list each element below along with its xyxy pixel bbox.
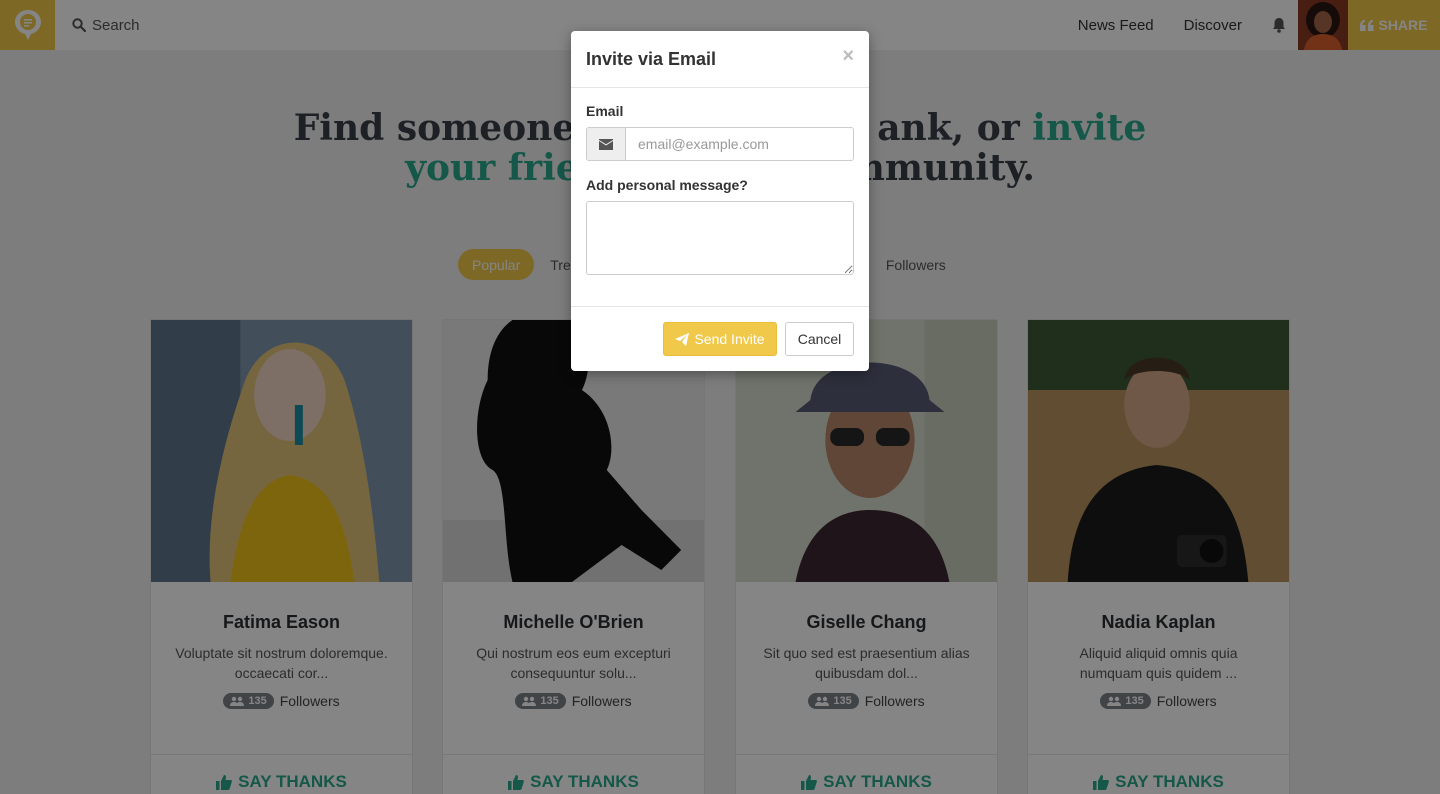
envelope-icon: [587, 128, 626, 160]
paper-plane-icon: [675, 332, 690, 346]
send-invite-button[interactable]: Send Invite: [663, 322, 777, 356]
close-icon[interactable]: ×: [842, 45, 854, 68]
email-field[interactable]: [626, 128, 853, 160]
message-label: Add personal message?: [586, 177, 748, 193]
modal-title: Invite via Email: [586, 49, 717, 69]
modal-footer: Send Invite Cancel: [571, 306, 869, 371]
cancel-button[interactable]: Cancel: [785, 322, 854, 356]
modal-body: Email Add personal message?: [571, 88, 869, 275]
email-input-group: [586, 127, 854, 161]
message-textarea[interactable]: [586, 201, 854, 275]
email-label: Email: [586, 103, 624, 119]
invite-email-modal: Invite via Email × Email Add personal me…: [571, 31, 869, 371]
send-invite-label: Send Invite: [694, 331, 765, 347]
modal-header: Invite via Email ×: [571, 31, 869, 88]
